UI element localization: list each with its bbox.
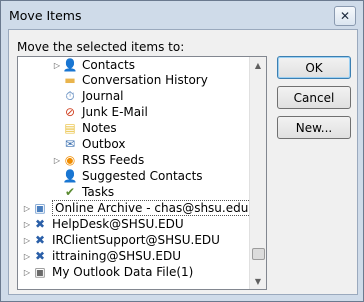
expand-arrow-icon[interactable]: ▷ (22, 236, 32, 245)
tree-item[interactable]: ▷ 👤 Contacts (52, 57, 135, 73)
exchange-icon: ✖ (34, 249, 46, 263)
tree-item[interactable]: ▷ ▣ My Outlook Data File(1) (22, 264, 193, 280)
data-file-icon: ▣ (34, 265, 46, 279)
tree-item[interactable]: 👤 Suggested Contacts (52, 168, 203, 184)
tree-item[interactable]: ▤ Notes (52, 120, 117, 136)
expand-arrow-icon[interactable]: ▷ (22, 220, 32, 229)
prompt-label: Move the selected items to: (17, 40, 185, 54)
tree-item-label: Junk E-Mail (82, 105, 148, 119)
tree-item[interactable]: ⊘ Junk E-Mail (52, 104, 148, 120)
archive-icon: ▣ (34, 201, 46, 215)
tree-item-label: Outbox (82, 137, 126, 151)
exchange-icon: ✖ (34, 233, 46, 247)
close-button[interactable]: ✕ (334, 6, 356, 26)
scroll-down-icon[interactable]: ▼ (250, 273, 266, 289)
contacts-icon: 👤 (62, 58, 78, 72)
tree-item[interactable]: ✔ Tasks (52, 184, 114, 200)
tree-item-label: HelpDesk@SHSU.EDU (52, 217, 184, 231)
folder-icon: ▬ (64, 73, 76, 87)
move-items-dialog: Move Items ✕ Move the selected items to:… (0, 0, 364, 302)
tree-item-label: Notes (82, 121, 117, 135)
expand-arrow-icon[interactable]: ▷ (22, 252, 32, 261)
exchange-icon: ✖ (34, 217, 46, 231)
expand-arrow-icon[interactable]: ▷ (22, 204, 32, 213)
expand-arrow-icon[interactable]: ▷ (22, 268, 32, 277)
expand-arrow-icon[interactable]: ▷ (52, 61, 62, 70)
tree-item-label: Online Archive - chas@shsu.edu (52, 200, 252, 216)
tree-item-label: ittraining@SHSU.EDU (52, 249, 181, 263)
tree-item[interactable]: ▷ ✖ ittraining@SHSU.EDU (22, 248, 181, 264)
rss-icon: ◉ (64, 153, 76, 167)
outbox-icon: ✉ (64, 137, 76, 151)
scroll-up-icon[interactable]: ▲ (250, 57, 266, 73)
tree-item[interactable]: ⏱ Journal (52, 88, 124, 104)
new-folder-button[interactable]: New... (277, 116, 351, 139)
tree-item[interactable]: ▷ ✖ HelpDesk@SHSU.EDU (22, 216, 184, 232)
junk-email-icon: ⊘ (64, 105, 76, 119)
scroll-thumb[interactable] (252, 247, 265, 260)
tree-item-label: Conversation History (82, 73, 208, 87)
vertical-scrollbar[interactable]: ▲ ▼ (249, 57, 266, 289)
tree-item-label: My Outlook Data File(1) (52, 265, 194, 279)
title-bar: Move Items ✕ (1, 1, 363, 29)
tree-item-label: Suggested Contacts (82, 169, 203, 183)
tree-item[interactable]: ▷ ◉ RSS Feeds (52, 152, 144, 168)
tree-item[interactable]: ✉ Outbox (52, 136, 125, 152)
tree-item[interactable]: ▬ Conversation History (52, 72, 208, 88)
tree-item-label: Journal (82, 89, 124, 103)
suggested-contacts-icon: 👤 (62, 169, 78, 183)
dialog-title: Move Items (9, 8, 82, 23)
cancel-button[interactable]: Cancel (277, 86, 351, 109)
tree-item-label: RSS Feeds (82, 153, 145, 167)
tree-item-label: IRClientSupport@SHSU.EDU (52, 233, 220, 247)
tasks-icon: ✔ (64, 185, 76, 199)
notes-icon: ▤ (64, 121, 76, 135)
dialog-client-area: Move the selected items to: ▷ 👤 Contacts ▬ C… (8, 29, 358, 295)
tree-item-label: Tasks (82, 185, 115, 199)
folder-tree[interactable]: ▷ 👤 Contacts ▬ Conversation History ⏱ Journal ⊘… (17, 56, 267, 290)
journal-icon: ⏱ (65, 88, 75, 103)
close-icon: ✕ (339, 9, 351, 23)
tree-item-label: Contacts (82, 58, 135, 72)
ok-button[interactable]: OK (277, 56, 351, 79)
tree-item[interactable]: ▷ ✖ IRClientSupport@SHSU.EDU (22, 232, 220, 248)
expand-arrow-icon[interactable]: ▷ (52, 156, 62, 165)
tree-item[interactable]: ▷ ▣ Online Archive - chas@shsu.edu (22, 200, 252, 216)
